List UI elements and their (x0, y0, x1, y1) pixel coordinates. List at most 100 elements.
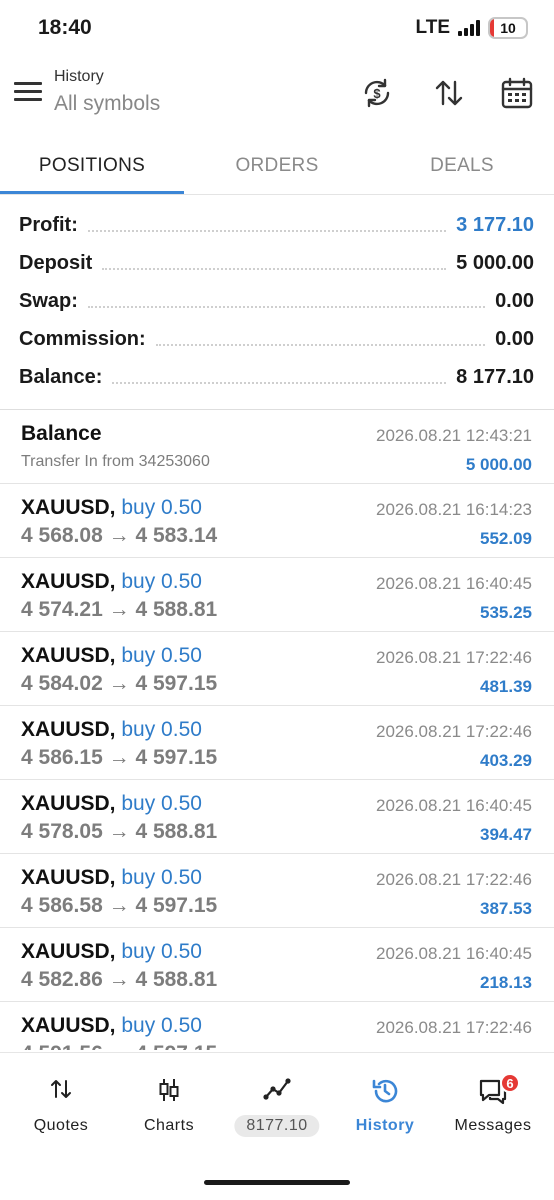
trade-symbol-text: XAUUSD, (21, 866, 116, 889)
trade-close-price: 4 588.81 (135, 598, 218, 621)
trade-side: buy 0.50 (121, 644, 202, 667)
arrow-right-icon: → (109, 1042, 130, 1050)
balance-value: 8 177.10 (456, 365, 534, 388)
app-header: History All symbols $ (0, 62, 554, 132)
trade-profit: 535.25 (480, 603, 532, 622)
battery-level-text: 10 (498, 20, 518, 36)
arrow-right-icon: → (108, 672, 130, 695)
trade-row[interactable]: XAUUSD, buy 0.50 4 586.58 → 4 597.15 2026.… (0, 854, 554, 928)
currency-refresh-icon[interactable]: $ (360, 76, 394, 110)
summary-deposit-row: Deposit 5 000.00 (19, 244, 534, 282)
tab-orders[interactable]: ORDERS (185, 138, 369, 194)
trade-row[interactable]: XAUUSD, buy 0.50 4 578.05 → 4 588.81 2026.… (0, 780, 554, 854)
trade-prices: 4 578.05 → 4 588.81 (21, 820, 217, 844)
tab-positions[interactable]: POSITIONS (0, 138, 184, 194)
trade-open-price: 4 582.86 (21, 968, 103, 991)
balance-entry-title: Balance (21, 422, 102, 445)
nav-trade[interactable]: 8177.10 (222, 1053, 332, 1143)
nav-charts[interactable]: Charts (114, 1053, 224, 1143)
swap-label: Swap: (19, 289, 78, 312)
trade-line-icon (263, 1078, 291, 1100)
dotted-leader (155, 332, 486, 346)
header-titles: History All symbols (54, 68, 160, 116)
dotted-leader (102, 256, 447, 270)
trade-profit: 481.39 (480, 677, 532, 696)
trade-side: buy 0.50 (121, 1014, 202, 1037)
trade-prices: 4 586.15 → 4 597.15 (21, 746, 217, 770)
balance-entry-time: 2026.08.21 12:43:21 (376, 426, 532, 445)
commission-value: 0.00 (495, 327, 534, 350)
trade-prices: 4 568.08 → 4 583.14 (21, 524, 217, 548)
trade-symbol-text: XAUUSD, (21, 644, 116, 667)
trade-close-price: 4 588.81 (135, 968, 218, 991)
nav-history[interactable]: History (330, 1053, 440, 1143)
trade-close-price: 4 597.15 (135, 672, 218, 695)
trade-symbol: XAUUSD, buy 0.50 (21, 644, 202, 668)
trade-prices: 4 584.02 → 4 597.15 (21, 672, 217, 696)
trade-symbol: XAUUSD, buy 0.50 (21, 570, 202, 594)
trade-row[interactable]: XAUUSD, buy 0.50 4 591.56 → 4 597.15 2026.… (0, 1002, 554, 1050)
status-bar: 18:40 LTE 10 (0, 0, 554, 56)
tab-deals[interactable]: DEALS (370, 138, 554, 194)
trade-time: 2026.08.21 16:40:45 (376, 574, 532, 593)
trade-time: 2026.08.21 17:22:46 (376, 648, 532, 667)
status-time: 18:40 (38, 16, 92, 39)
trade-row[interactable]: XAUUSD, buy 0.50 4 568.08 → 4 583.14 2026.… (0, 484, 554, 558)
trade-time: 2026.08.21 16:40:45 (376, 796, 532, 815)
commission-label: Commission: (19, 327, 146, 350)
nav-messages-label: Messages (454, 1117, 532, 1134)
balance-entry-row[interactable]: Balance Transfer In from 34253060 2026.0… (0, 410, 554, 484)
summary-profit-row: Profit: 3 177.10 (19, 206, 534, 244)
nav-quotes[interactable]: Quotes (6, 1053, 116, 1143)
trade-prices: 4 582.86 → 4 588.81 (21, 968, 217, 992)
calendar-icon[interactable] (500, 76, 534, 110)
trade-row[interactable]: XAUUSD, buy 0.50 4 586.15 → 4 597.15 2026.… (0, 706, 554, 780)
trade-side: buy 0.50 (121, 792, 202, 815)
trade-close-price: 4 588.81 (135, 820, 218, 843)
dotted-leader (87, 294, 486, 308)
trade-open-price: 4 568.08 (21, 524, 103, 547)
account-balance-pill: 8177.10 (234, 1115, 320, 1137)
balance-label: Balance: (19, 365, 103, 388)
candlestick-chart-icon (159, 1079, 179, 1101)
trade-symbol: XAUUSD, buy 0.50 (21, 496, 202, 520)
trade-open-price: 4 586.15 (21, 746, 103, 769)
arrow-right-icon: → (108, 598, 130, 621)
trade-profit: 218.13 (480, 973, 532, 992)
trade-time: 2026.08.21 16:40:45 (376, 944, 532, 963)
sort-icon[interactable] (432, 76, 466, 110)
status-indicators: LTE 10 (416, 17, 528, 39)
nav-charts-label: Charts (143, 1117, 195, 1134)
nav-messages[interactable]: 6 Messages (438, 1053, 548, 1143)
battery-icon: 10 (488, 17, 528, 39)
trade-side: buy 0.50 (121, 718, 202, 741)
trade-symbol: XAUUSD, buy 0.50 (21, 1014, 202, 1038)
summary-balance-row: Balance: 8 177.10 (19, 358, 534, 396)
symbol-filter[interactable]: All symbols (54, 92, 160, 116)
balance-entry-description: Transfer In from 34253060 (21, 453, 210, 470)
trade-symbol-text: XAUUSD, (21, 496, 116, 519)
network-type: LTE (415, 17, 450, 38)
trade-prices: 4 574.21 → 4 588.81 (21, 598, 217, 622)
arrow-right-icon: → (108, 968, 130, 991)
trade-row[interactable]: XAUUSD, buy 0.50 4 582.86 → 4 588.81 2026.… (0, 928, 554, 1002)
trade-profit: 394.47 (480, 825, 532, 844)
trade-open-price: 4 578.05 (21, 820, 103, 843)
trade-row[interactable]: XAUUSD, buy 0.50 4 574.21 → 4 588.81 2026.… (0, 558, 554, 632)
history-list[interactable]: Balance Transfer In from 34253060 2026.0… (0, 410, 554, 1050)
menu-icon[interactable] (14, 82, 42, 104)
tabs-divider (0, 194, 554, 195)
messages-badge: 6 (500, 1073, 520, 1093)
trade-symbol-text: XAUUSD, (21, 792, 116, 815)
home-indicator[interactable] (204, 1180, 350, 1185)
arrow-right-icon: → (108, 820, 130, 843)
svg-text:$: $ (373, 86, 381, 101)
trade-open-price: 4 586.58 (21, 894, 103, 917)
trade-row[interactable]: XAUUSD, buy 0.50 4 584.02 → 4 597.15 2026.… (0, 632, 554, 706)
swap-value: 0.00 (495, 289, 534, 312)
trade-time: 2026.08.21 17:22:46 (376, 722, 532, 741)
trade-open-price: 4 574.21 (21, 598, 103, 621)
trade-side: buy 0.50 (121, 866, 202, 889)
trade-time: 2026.08.21 16:14:23 (376, 500, 532, 519)
trade-time: 2026.08.21 17:22:46 (376, 870, 532, 889)
